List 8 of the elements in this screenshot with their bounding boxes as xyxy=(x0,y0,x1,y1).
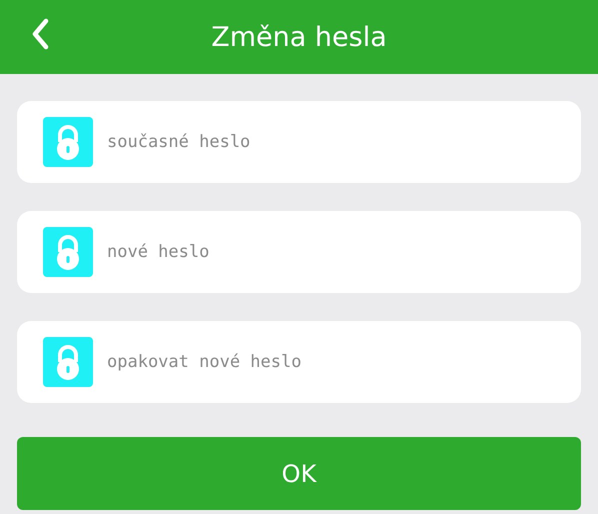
ok-button[interactable]: OK xyxy=(17,437,581,510)
screen-title: Změna hesla xyxy=(211,22,387,52)
password-field[interactable]: opakovat nové heslo xyxy=(107,352,581,372)
password-field[interactable]: nové heslo xyxy=(107,242,581,262)
lock-icon xyxy=(43,227,93,277)
lock-icon xyxy=(43,337,93,387)
lock-icon xyxy=(43,117,93,167)
password-field[interactable]: současné heslo xyxy=(107,132,581,152)
